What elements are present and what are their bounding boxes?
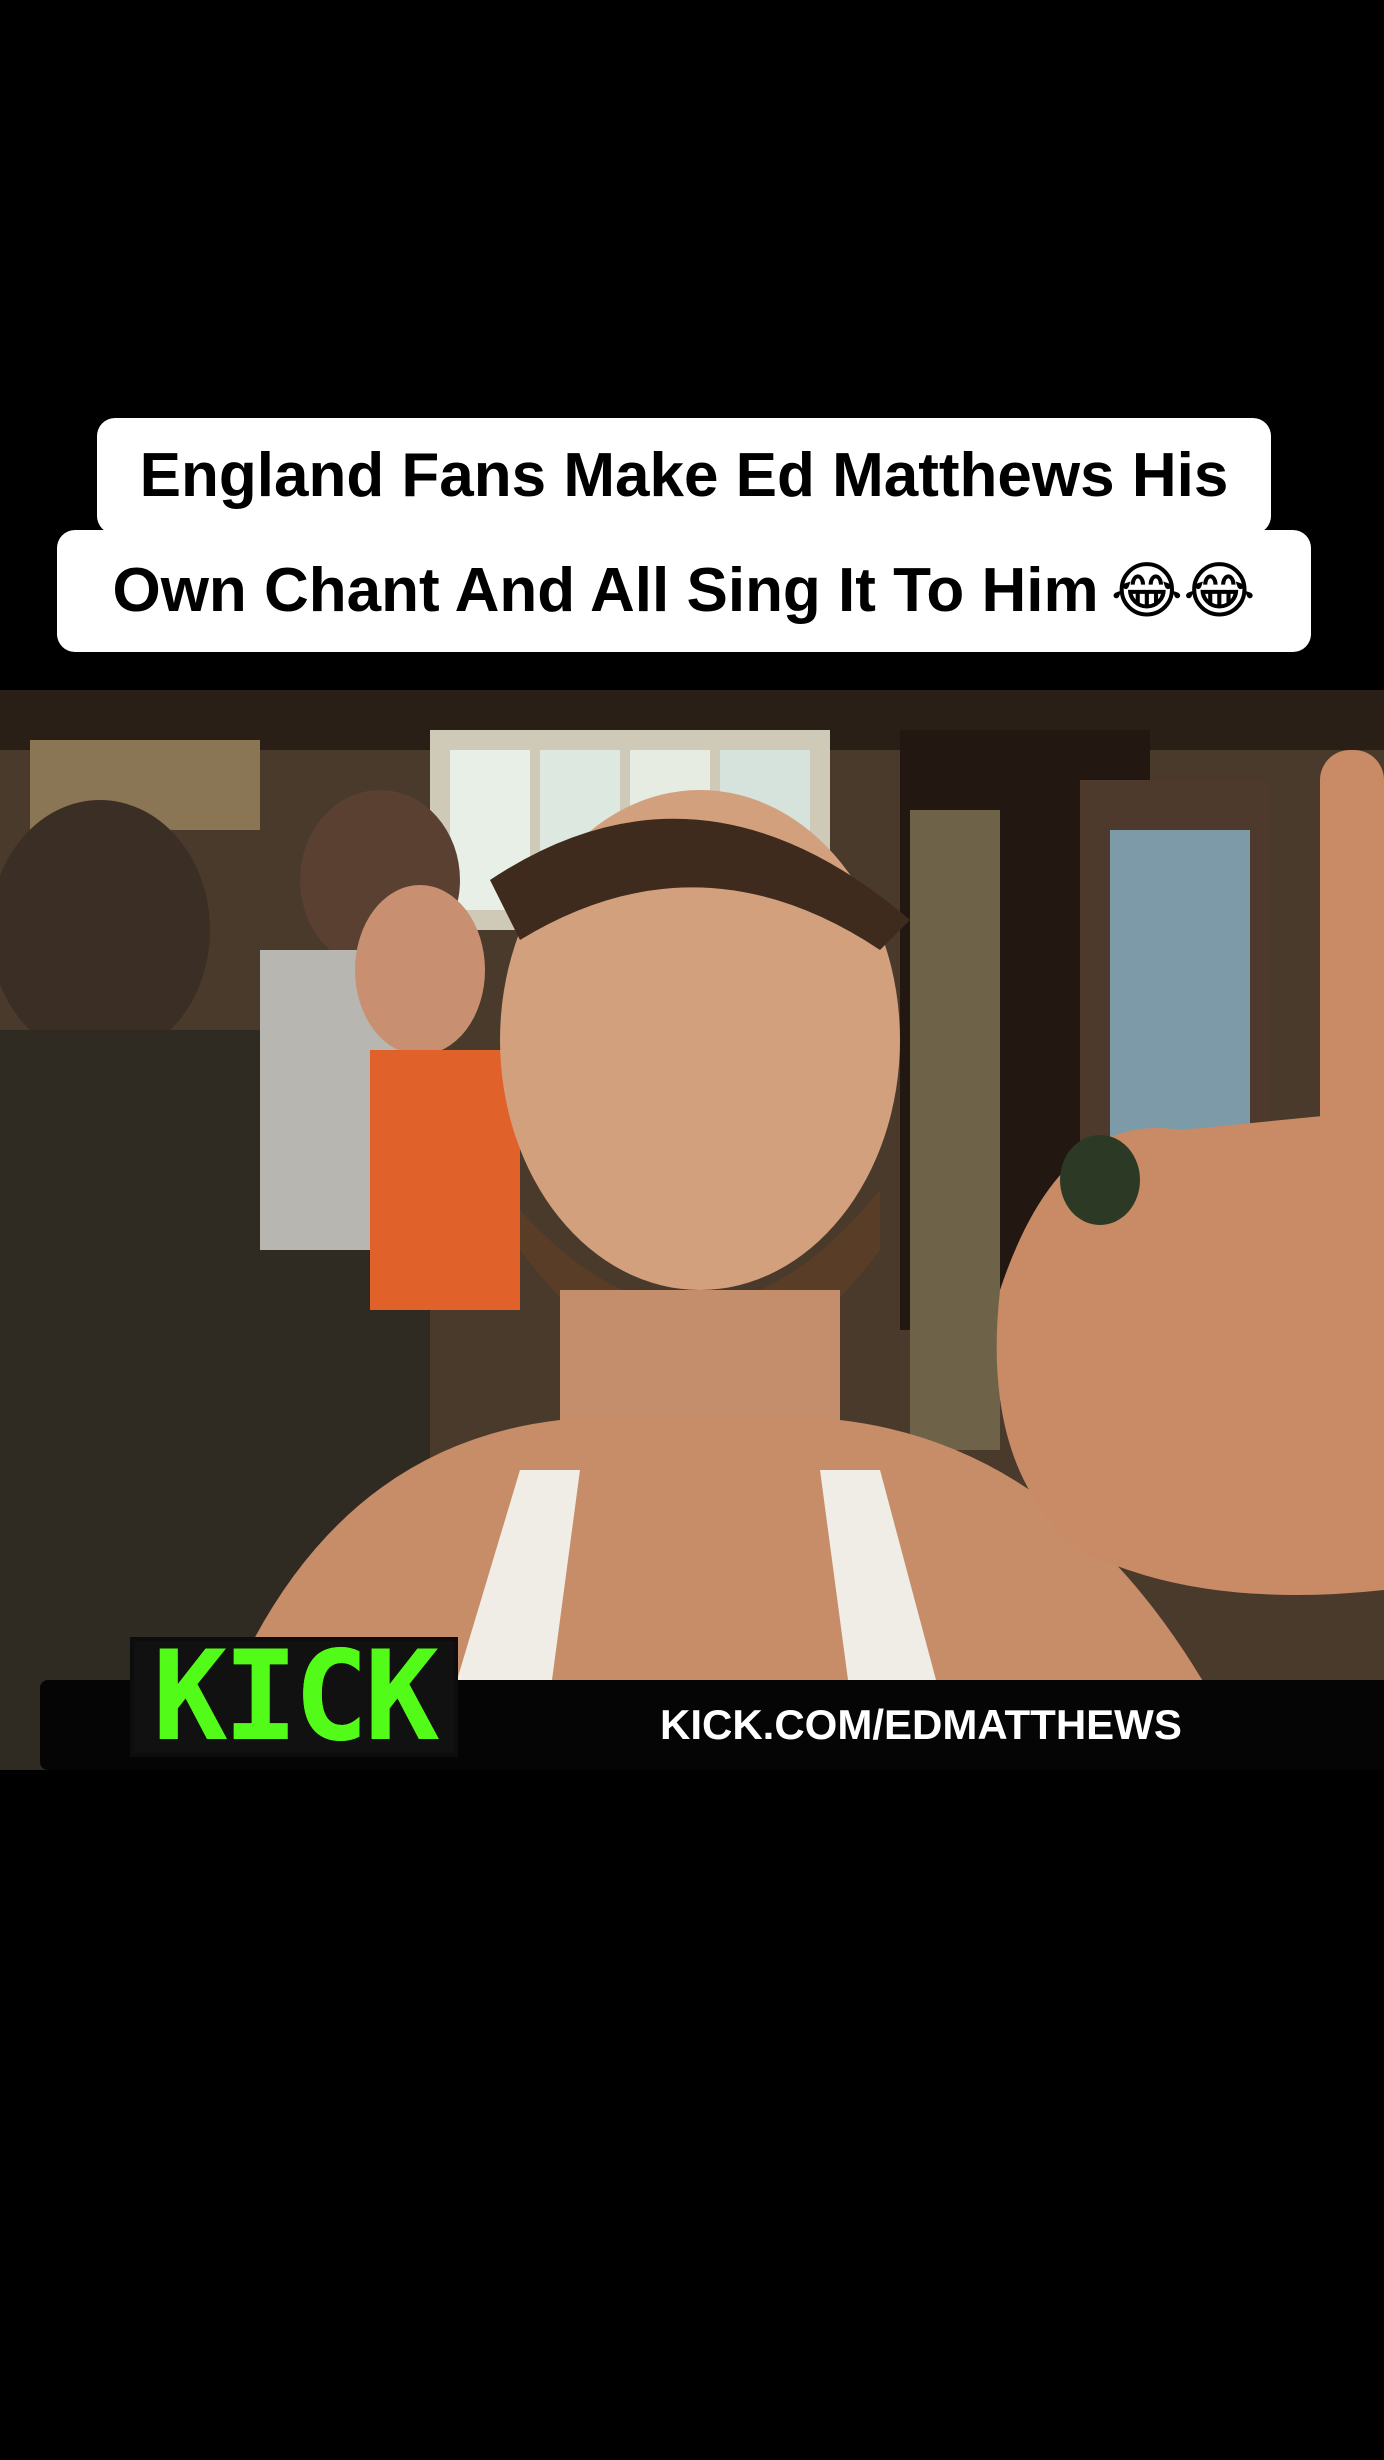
video-frame[interactable] [0, 690, 1384, 1770]
kick-logo: KICK [130, 1635, 458, 1759]
caption-line-1: England Fans Make Ed Matthews His [97, 418, 1271, 534]
caption-line-1-text: England Fans Make Ed Matthews His [139, 441, 1229, 510]
channel-url-text: KICK.COM/EDMATTHEWS [660, 1701, 1182, 1748]
video-scene-image [0, 690, 1384, 1770]
caption-line-2: Own Chant And All Sing It To Him 😂😂 [57, 530, 1311, 652]
laughing-emoji-icon: 😂😂 [1110, 554, 1256, 627]
caption-line-2-text: Own Chant And All Sing It To Him [112, 556, 1099, 625]
